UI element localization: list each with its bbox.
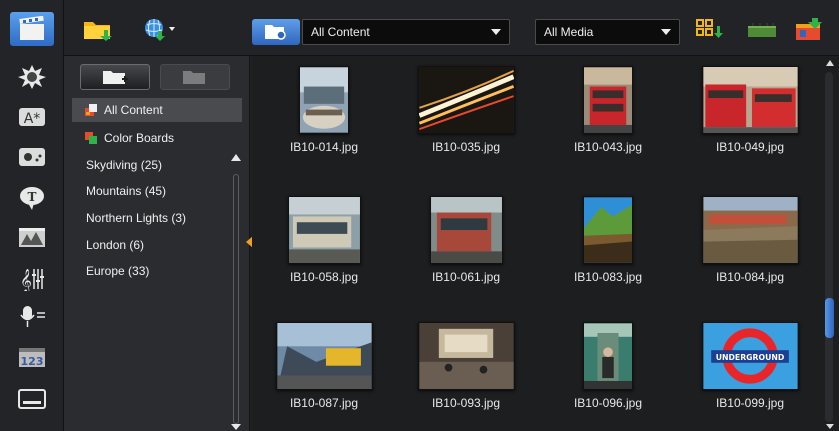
folder-label: Skydiving (25) [86,158,163,172]
media-thumbnail[interactable]: IB10-093.jpg [396,322,536,410]
media-thumbnail[interactable]: IB10-061.jpg [396,196,536,284]
online-content-icon[interactable] [142,15,178,43]
filter-icon[interactable] [9,140,55,174]
svg-text:T: T [28,190,37,204]
scrollbar-thumb[interactable] [825,298,834,338]
audio-mixer-icon[interactable]: 𝄞 [9,261,55,295]
thumbnail-image: UNDERGROUND [701,322,799,390]
svg-text:UNDERGROUND: UNDERGROUND [715,353,784,362]
title-icon[interactable]: T [9,181,55,215]
media-filename: IB10-049.jpg [715,140,785,154]
thumbnail-image [429,196,503,264]
import-folder-icon[interactable] [82,15,116,43]
media-filename: IB10-084.jpg [715,270,785,284]
folder-label: Color Boards [104,131,175,145]
scroll-up-icon[interactable] [826,60,834,66]
thumbnail-image [583,66,633,134]
media-thumbnail[interactable]: UNDERGROUND IB10-099.jpg [680,322,820,410]
media-filter-dropdown[interactable]: All Media [535,19,680,45]
add-folder-button[interactable] [80,64,150,90]
thumbnail-image [287,196,361,264]
thumbnail-image [701,66,799,134]
voiceover-icon[interactable] [9,300,55,334]
all-content-icon [84,103,98,117]
media-filename: IB10-035.jpg [431,140,501,154]
media-scrollbar[interactable] [825,72,833,422]
svg-text:𝄞: 𝄞 [20,268,32,291]
media-filename: IB10-014.jpg [289,140,359,154]
media-thumbnail[interactable]: IB10-087.jpg [254,322,394,410]
remove-folder-button[interactable] [160,64,230,90]
media-thumbnail[interactable]: IB10-084.jpg [680,196,820,284]
folder-panel: All Content Color Boards Skydiving (25) … [64,56,250,431]
scroll-down-icon[interactable] [826,424,834,429]
media-thumbnail[interactable]: IB10-035.jpg [396,66,536,154]
media-filename: IB10-083.jpg [573,270,643,284]
media-thumbnail[interactable]: IB10-014.jpg [254,66,394,154]
media-filename: IB10-096.jpg [573,396,643,410]
media-filename: IB10-043.jpg [573,140,643,154]
tool-rail: A* T 𝄞 123 [0,0,64,431]
transition-icon[interactable]: A* [9,100,55,134]
thumbnail-image [299,66,349,134]
media-filename: IB10-087.jpg [289,396,359,410]
graphic-icon[interactable] [9,221,55,255]
thumbnail-image [583,322,633,390]
media-thumbnail[interactable]: IB10-043.jpg [538,66,678,154]
chevron-down-icon [491,29,501,35]
folder-scrollbar[interactable] [233,174,239,424]
add-folder-icon [103,71,128,84]
thumbnail-image [275,322,373,390]
content-filter-dropdown[interactable]: All Content [302,19,510,45]
scroll-down-icon[interactable] [231,424,241,430]
folder-label: All Content [104,103,163,117]
export-icon[interactable] [794,15,828,43]
folder-label: Mountains (45) [86,184,167,198]
media-library-grid: IB10-014.jpg IB10-035.jpg IB10-043.jpg I… [252,56,839,431]
folder-item-all-content[interactable]: All Content [72,98,242,122]
sort-icon[interactable] [694,15,724,43]
chevron-down-icon [661,29,671,35]
media-filename: IB10-058.jpg [289,270,359,284]
media-thumbnail[interactable]: IB10-083.jpg [538,196,678,284]
scroll-up-icon[interactable] [231,154,241,161]
folder-item-skydiving[interactable]: Skydiving (25) [72,153,242,177]
instant-project-icon[interactable] [9,60,55,94]
folder-label: London (6) [86,238,145,252]
folder-item-northern-lights[interactable]: Northern Lights (3) [72,206,242,230]
timeline-view-icon[interactable] [746,15,778,43]
media-filename: IB10-099.jpg [715,396,785,410]
thumbnail-image [417,322,515,390]
counter-icon[interactable]: 123 [9,340,55,374]
thumbnail-image [417,66,515,134]
media-thumbnail[interactable]: IB10-049.jpg [680,66,820,154]
folder-label: Europe (33) [86,264,150,278]
folder-label: Northern Lights (3) [86,211,187,225]
media-filter-value: All Media [544,25,594,39]
library-toolbar: All Content All Media [64,0,839,56]
remove-folder-icon [183,71,205,84]
media-filename: IB10-061.jpg [431,270,501,284]
folder-item-europe[interactable]: Europe (33) [72,259,242,283]
browse-folder-icon[interactable] [252,19,300,45]
svg-text:123: 123 [21,355,44,368]
folder-item-color-boards[interactable]: Color Boards [72,126,242,150]
media-filename: IB10-093.jpg [431,396,501,410]
folder-item-london[interactable]: London (6) [72,233,242,257]
color-boards-icon [84,131,98,145]
media-thumbnail[interactable]: IB10-096.jpg [538,322,678,410]
subtitle-icon[interactable] [9,382,55,416]
thumbnail-image [701,196,799,264]
svg-text:A*: A* [24,111,41,127]
content-filter-value: All Content [311,25,370,39]
media-icon[interactable] [10,12,54,46]
media-thumbnail[interactable]: IB10-058.jpg [254,196,394,284]
thumbnail-image [583,196,633,264]
folder-item-mountains[interactable]: Mountains (45) [72,179,242,203]
